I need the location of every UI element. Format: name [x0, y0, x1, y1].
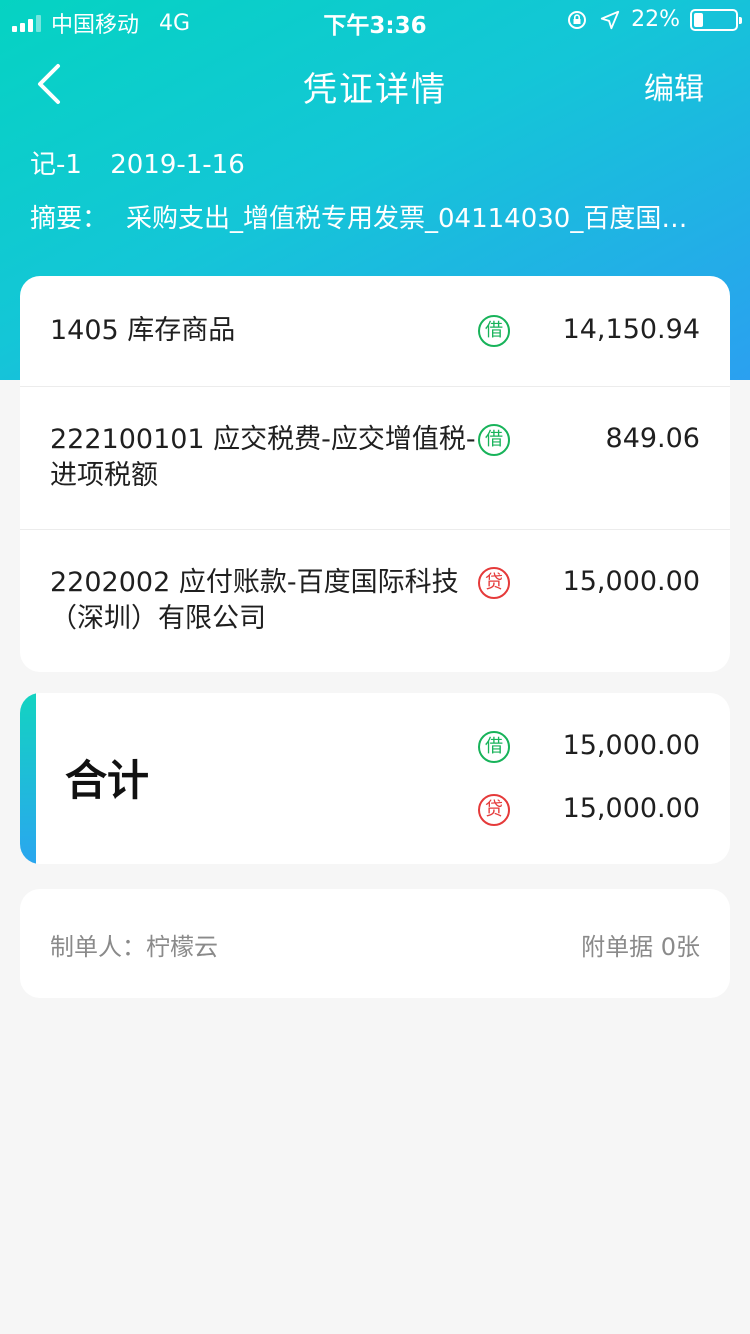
- attachments-link[interactable]: 附单据 0张: [581, 927, 700, 962]
- credit-badge: 贷: [478, 794, 510, 826]
- maker-label: 制单人：柠檬云: [50, 933, 218, 961]
- total-card: 合计 借 15,000.00 贷 15,000.00: [20, 693, 730, 864]
- debit-badge: 借: [478, 315, 510, 347]
- entry-amount: 849.06: [605, 423, 700, 454]
- voucher-detail-page: 中国移动 4G 下午3:36 22% 凭证详情 编辑 记-1 2019-1-16…: [0, 0, 750, 1334]
- orientation-lock-icon: [568, 10, 587, 29]
- location-icon: [600, 10, 620, 29]
- status-right: 22%: [565, 7, 742, 32]
- edit-button[interactable]: 编辑: [644, 64, 704, 108]
- debit-badge: 借: [478, 424, 510, 456]
- voucher-summary: 摘要： 采购支出_增值税专用发票_04114030_百度国…: [30, 198, 720, 235]
- status-bar: 中国移动 4G 下午3:36 22%: [0, 0, 750, 40]
- summary-text: 采购支出_增值税专用发票_04114030_百度国…: [126, 204, 688, 234]
- entry-account: 2202002 应付账款-百度国际科技（深圳）有限公司: [50, 567, 459, 634]
- entry-row[interactable]: 2202002 应付账款-百度国际科技（深圳）有限公司 贷 15,000.00: [20, 530, 730, 672]
- page-title: 凭证详情: [303, 70, 447, 110]
- total-label: 合计: [65, 756, 150, 805]
- voucher-meta: 记-1 2019-1-16: [30, 144, 245, 181]
- credit-badge: 贷: [478, 567, 510, 599]
- voucher-date: 2019-1-16: [110, 150, 245, 180]
- battery-percent: 22%: [631, 7, 680, 32]
- entry-amount: 14,150.94: [562, 314, 700, 345]
- battery-icon: [690, 8, 742, 31]
- summary-label: 摘要：: [30, 204, 109, 234]
- entry-account: 222100101 应交税费-应交增值税-进项税额: [50, 424, 476, 491]
- voucher-number: 记-1: [30, 150, 82, 180]
- entry-row[interactable]: 1405 库存商品 借 14,150.94: [20, 276, 730, 387]
- entries-card: 1405 库存商品 借 14,150.94 222100101 应交税费-应交增…: [20, 276, 730, 672]
- total-debit-amount: 15,000.00: [562, 730, 700, 761]
- total-accent-bar: [20, 693, 36, 864]
- footer-card: 制单人：柠檬云 附单据 0张: [20, 889, 730, 998]
- entry-account: 1405 库存商品: [50, 315, 236, 346]
- entry-amount: 15,000.00: [562, 566, 700, 597]
- entry-row[interactable]: 222100101 应交税费-应交增值税-进项税额 借 849.06: [20, 387, 730, 530]
- debit-badge: 借: [478, 731, 510, 763]
- battery-level: [694, 12, 703, 27]
- total-credit-amount: 15,000.00: [562, 793, 700, 824]
